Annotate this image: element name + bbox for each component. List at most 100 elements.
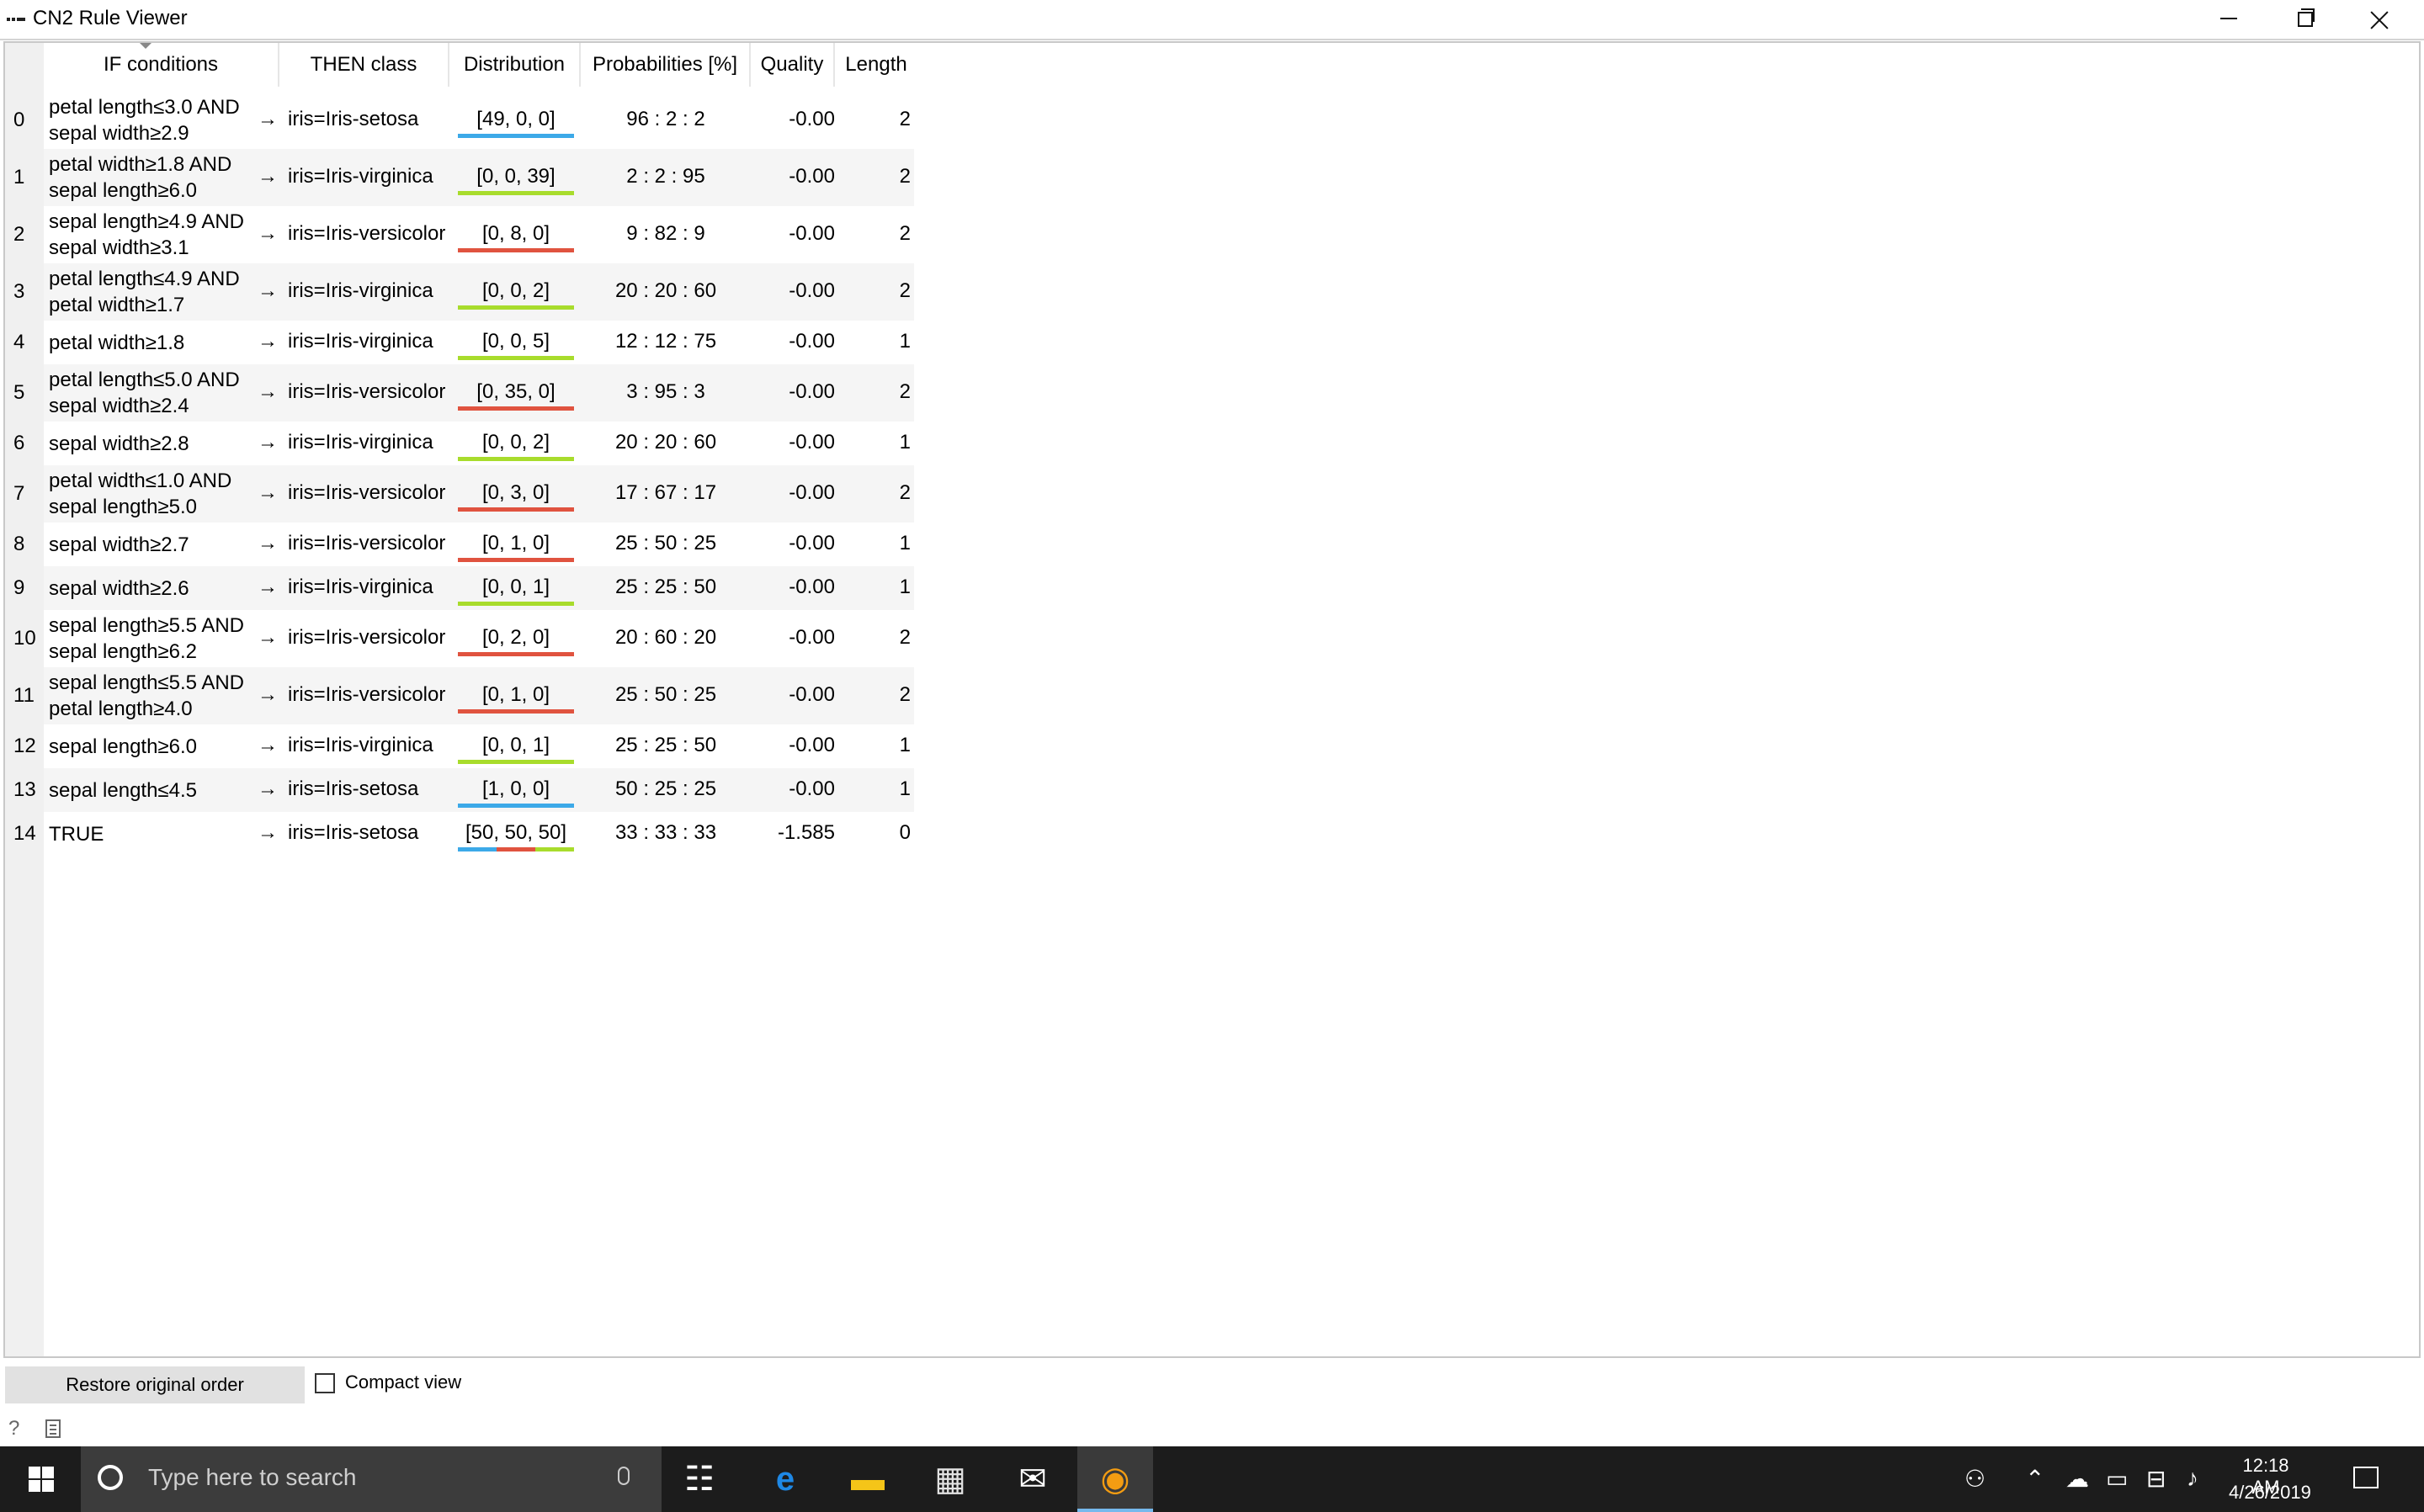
table-row[interactable]: 3 petal length≤4.9 AND petal width≥1.7 → iri… xyxy=(5,263,914,321)
report-icon[interactable] xyxy=(45,1419,61,1438)
table-row[interactable]: 12 sepal length≥6.0 → iris=Iris-virginica [0… xyxy=(5,724,914,768)
distribution-bar-segment xyxy=(458,134,574,138)
condition-line: sepal width≥2.6 xyxy=(49,576,189,600)
taskbar-search-box[interactable]: Type here to search xyxy=(81,1446,662,1512)
table-row[interactable]: 14 TRUE → iris=Iris-setosa [50, 50, 50] 33 : … xyxy=(5,812,914,856)
people-icon[interactable]: ⚇ xyxy=(1964,1465,1985,1493)
edge-icon: e xyxy=(775,1461,795,1498)
table-row[interactable]: 13 sepal length≤4.5 → iris=Iris-setosa [1, 0… xyxy=(5,768,914,812)
quality-value: -0.00 xyxy=(789,222,835,245)
distribution-bar xyxy=(458,457,574,461)
onedrive-icon[interactable]: ☁ xyxy=(2065,1465,2089,1493)
distribution-bar-segment xyxy=(458,507,574,512)
rule-conditions: sepal length≤4.5 xyxy=(49,777,259,804)
windows-start-button[interactable] xyxy=(0,1446,81,1512)
rule-conditions: petal length≤3.0 AND sepal width≥2.9 xyxy=(49,94,259,146)
rule-class: iris=Iris-versicolor xyxy=(288,532,446,554)
table-row[interactable]: 9 sepal width≥2.6 → iris=Iris-virginica [0, … xyxy=(5,566,914,610)
arrow-icon: → xyxy=(258,821,278,844)
rule-table[interactable]: IF conditions THEN class Distribution Pr… xyxy=(3,41,2421,1358)
network-icon[interactable]: ⊟ xyxy=(2146,1465,2166,1493)
table-row[interactable]: 4 petal width≥1.8 → iris=Iris-virginica [0, … xyxy=(5,321,914,364)
distribution-value: [1, 0, 0] xyxy=(481,777,550,800)
length-value: 1 xyxy=(899,431,911,454)
column-header-class[interactable]: THEN class xyxy=(279,43,449,87)
column-header-length[interactable]: Length xyxy=(835,43,917,87)
edge-button[interactable]: e xyxy=(747,1446,823,1512)
store-button[interactable]: ▦ xyxy=(912,1446,988,1512)
column-header-conditions[interactable]: IF conditions xyxy=(44,43,279,87)
distribution-bar xyxy=(458,406,574,411)
help-icon[interactable]: ? xyxy=(8,1417,19,1440)
compact-view-checkbox[interactable] xyxy=(315,1373,335,1393)
probabilities-value: 20 : 20 : 60 xyxy=(614,279,717,302)
quality-value: -0.00 xyxy=(789,165,835,188)
probabilities-value: 25 : 25 : 50 xyxy=(614,576,717,598)
table-row[interactable]: 6 sepal width≥2.8 → iris=Iris-virginica [0, … xyxy=(5,422,914,465)
condition-line: sepal length≥4.9 AND xyxy=(49,210,244,233)
row-index: 2 xyxy=(5,206,44,263)
restore-original-order-button[interactable]: Restore original order xyxy=(5,1366,305,1403)
battery-icon[interactable]: ▭ xyxy=(2106,1465,2128,1493)
probabilities-value: 9 : 82 : 9 xyxy=(626,222,705,245)
close-button[interactable] xyxy=(2342,0,2417,39)
rule-class: iris=Iris-virginica xyxy=(288,279,433,302)
distribution-bar xyxy=(458,356,574,360)
column-header-quality[interactable]: Quality xyxy=(751,43,835,87)
distribution-bar xyxy=(458,804,574,808)
quality-value: -0.00 xyxy=(789,626,835,649)
show-hidden-icons-chevron-icon[interactable]: ⌃ xyxy=(2025,1465,2044,1493)
distribution-value: [0, 0, 1] xyxy=(481,576,550,598)
clock-date[interactable]: 4/26/2019 xyxy=(2229,1482,2311,1504)
probabilities-value: 96 : 2 : 2 xyxy=(626,108,705,130)
rule-class: iris=Iris-virginica xyxy=(288,165,433,188)
microphone-icon[interactable] xyxy=(618,1467,630,1485)
table-row[interactable]: 10 sepal length≥5.5 AND sepal length≥6.2 → i… xyxy=(5,610,914,667)
windows-logo-icon xyxy=(29,1467,40,1478)
arrow-icon: → xyxy=(258,777,278,800)
minimize-button[interactable] xyxy=(2190,0,2266,39)
condition-line: petal length≤3.0 AND xyxy=(49,96,240,119)
quality-value: -0.00 xyxy=(789,532,835,554)
file-explorer-button[interactable]: ▬ xyxy=(830,1446,906,1512)
table-row[interactable]: 1 petal width≥1.8 AND sepal length≥6.0 → iri… xyxy=(5,149,914,206)
rule-conditions: petal length≤5.0 AND sepal width≥2.4 xyxy=(49,367,259,419)
quality-value: -0.00 xyxy=(789,380,835,403)
orange-app-button[interactable]: ◉ xyxy=(1077,1446,1153,1512)
length-value: 2 xyxy=(899,481,911,504)
rule-class: iris=Iris-versicolor xyxy=(288,222,446,245)
table-row[interactable]: 5 petal length≤5.0 AND sepal width≥2.4 → iri… xyxy=(5,364,914,422)
distribution-value: [0, 0, 2] xyxy=(481,431,550,454)
distribution-bar xyxy=(458,652,574,656)
volume-icon[interactable]: ♪ xyxy=(2187,1465,2198,1492)
mail-button[interactable]: ✉ xyxy=(995,1446,1071,1512)
distribution-bar-segment xyxy=(458,709,574,714)
rule-class: iris=Iris-setosa xyxy=(288,821,419,844)
distribution-value: [0, 35, 0] xyxy=(476,380,556,403)
table-row[interactable]: 8 sepal width≥2.7 → iris=Iris-versicolor [0,… xyxy=(5,523,914,566)
rule-class: iris=Iris-versicolor xyxy=(288,380,446,403)
probabilities-value: 25 : 50 : 25 xyxy=(614,532,717,554)
table-row[interactable]: 0 petal length≤3.0 AND sepal width≥2.9 → iri… xyxy=(5,92,914,149)
row-index: 0 xyxy=(5,92,44,149)
row-index: 6 xyxy=(5,422,44,465)
distribution-value: [0, 3, 0] xyxy=(481,481,550,504)
row-index: 9 xyxy=(5,566,44,610)
rule-class: iris=Iris-setosa xyxy=(288,108,419,130)
table-row[interactable]: 11 sepal length≤5.5 AND petal length≥4.0 → i… xyxy=(5,667,914,724)
restore-window-button[interactable] xyxy=(2266,0,2342,39)
condition-line: petal width≥1.8 xyxy=(49,331,185,354)
row-index: 8 xyxy=(5,523,44,566)
table-row[interactable]: 2 sepal length≥4.9 AND sepal width≥3.1 → iri… xyxy=(5,206,914,263)
column-header-distribution[interactable]: Distribution xyxy=(449,43,581,87)
arrow-icon: → xyxy=(258,165,278,188)
column-header-probabilities[interactable]: Probabilities [%] xyxy=(581,43,751,87)
mail-icon: ✉ xyxy=(1018,1461,1047,1498)
table-row[interactable]: 7 petal width≤1.0 AND sepal length≥5.0 → iri… xyxy=(5,465,914,523)
action-center-icon[interactable] xyxy=(2353,1467,2379,1488)
table-header: IF conditions THEN class Distribution Pr… xyxy=(5,43,2419,87)
task-view-button[interactable]: ☷ xyxy=(662,1446,737,1512)
condition-line: TRUE xyxy=(49,822,104,846)
distribution-value: [0, 0, 39] xyxy=(476,165,556,188)
quality-value: -0.00 xyxy=(789,481,835,504)
